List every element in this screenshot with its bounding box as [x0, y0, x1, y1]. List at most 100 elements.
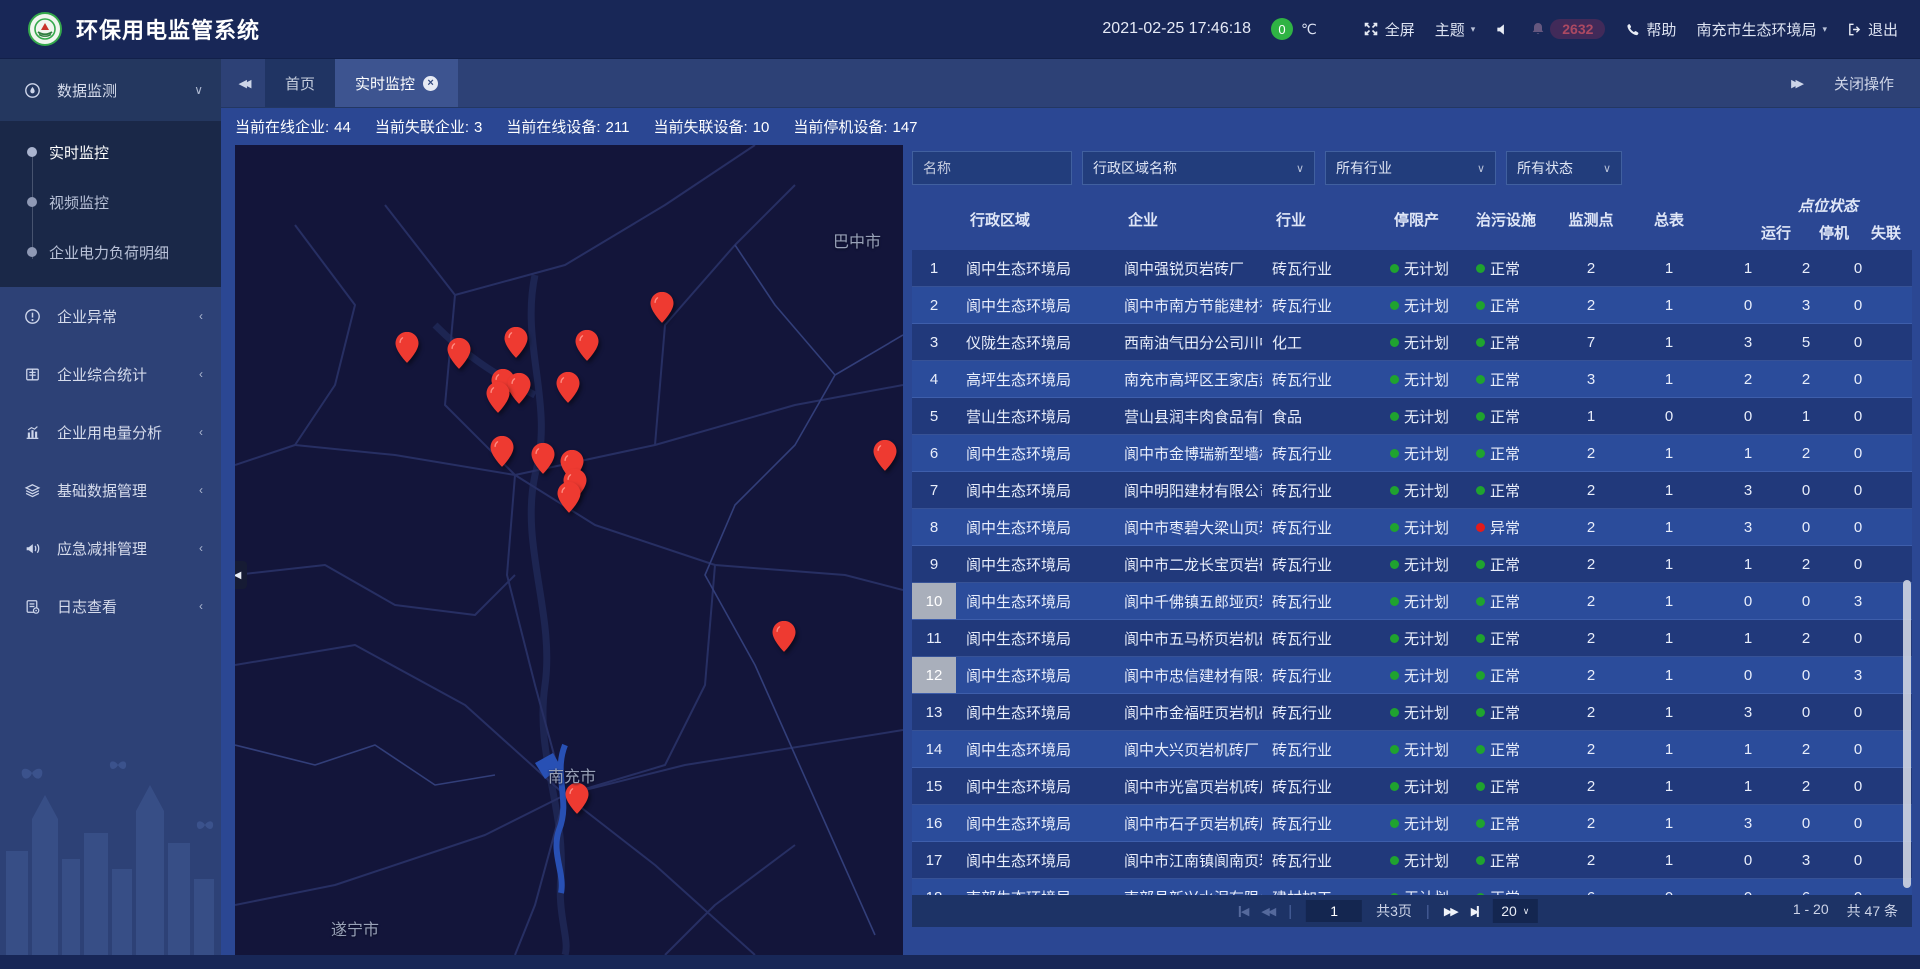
- logout-button[interactable]: 退出: [1847, 19, 1898, 40]
- map-pin[interactable]: [566, 783, 589, 814]
- industry-filter-select[interactable]: 所有行业 ∨: [1325, 151, 1496, 185]
- table-row[interactable]: 1阆中生态环境局阆中强锐页岩砖厂砖瓦行业无计划正常21120: [912, 250, 1912, 287]
- meters-cell: 1: [1622, 324, 1716, 360]
- region-cell: 阆中生态环境局: [956, 472, 1114, 508]
- status-dot-icon: [1476, 819, 1485, 828]
- table-scrollbar[interactable]: [1903, 580, 1911, 888]
- map-roads: [235, 145, 903, 955]
- industry-cell: 砖瓦行业: [1262, 768, 1380, 804]
- column-header-facility: 治污设施: [1476, 188, 1560, 250]
- running-cell: 0: [1716, 583, 1780, 619]
- table-row[interactable]: 9阆中生态环境局阆中市二龙长宝页岩砖砖瓦行业无计划正常21120: [912, 546, 1912, 583]
- table-row[interactable]: 10阆中生态环境局阆中千佛镇五郎垭页岩砖瓦行业无计划正常21003: [912, 583, 1912, 620]
- table-row[interactable]: 18南部生态环境局南部县新兴水泥有限公建材加工无计划正常60060: [912, 879, 1912, 895]
- table-row[interactable]: 17阆中生态环境局阆中市江南镇阆南页岩砖瓦行业无计划正常21030: [912, 842, 1912, 879]
- sidebar-item-video-monitor[interactable]: 视频监控: [0, 177, 221, 227]
- stopped-cell: 0: [1780, 583, 1832, 619]
- page-size-select[interactable]: 20 ∨: [1493, 899, 1537, 923]
- column-header-stop-limit: 停限产: [1380, 188, 1476, 250]
- table-row[interactable]: 7阆中生态环境局阆中明阳建材有限公司砖瓦行业无计划正常21300: [912, 472, 1912, 509]
- map-pin[interactable]: [532, 443, 555, 474]
- tabs-scroll-right-icon[interactable]: ▶▶: [1791, 77, 1800, 90]
- sidebar-item-enterprise-statistics[interactable]: 企业综合统计 ‹: [0, 345, 221, 403]
- status-dot-icon: [1390, 301, 1399, 310]
- org-dropdown[interactable]: 南充市生态环境局▾: [1696, 19, 1827, 40]
- tab-home[interactable]: 首页: [265, 59, 335, 107]
- sidebar-item-emergency-reduction[interactable]: 应急减排管理 ‹: [0, 519, 221, 577]
- table-row[interactable]: 2阆中生态环境局阆中市南方节能建材有砖瓦行业无计划正常21030: [912, 287, 1912, 324]
- facility-cell: 正常: [1476, 435, 1560, 471]
- sound-button[interactable]: [1495, 22, 1510, 37]
- table-row[interactable]: 13阆中生态环境局阆中市金福旺页岩机砖砖瓦行业无计划正常21300: [912, 694, 1912, 731]
- stop-limit-cell: 无计划: [1380, 620, 1476, 656]
- table-row[interactable]: 3仪陇生态环境局西南油气田分公司川中化工无计划正常71350: [912, 324, 1912, 361]
- notifications[interactable]: 2632: [1530, 19, 1605, 39]
- sidebar-item-realtime-monitor[interactable]: 实时监控: [0, 127, 221, 177]
- status-dot-icon: [1390, 375, 1399, 384]
- sidebar-item-data-monitoring[interactable]: 数据监测 ∨: [0, 59, 221, 121]
- table-row[interactable]: 6阆中生态环境局阆中市金博瑞新型墙材砖瓦行业无计划正常21120: [912, 435, 1912, 472]
- map-pin[interactable]: [651, 292, 674, 323]
- tabs-scroll-left-icon[interactable]: ◀◀: [221, 59, 265, 107]
- help-button[interactable]: 帮助: [1625, 19, 1676, 40]
- map-pin[interactable]: [448, 338, 471, 369]
- tab-realtime-monitor[interactable]: 实时监控 ×: [335, 59, 458, 107]
- table-row[interactable]: 16阆中生态环境局阆中市石子页岩机砖厂砖瓦行业无计划正常21300: [912, 805, 1912, 842]
- running-cell: 1: [1716, 250, 1780, 286]
- page-number-input[interactable]: [1306, 900, 1362, 922]
- row-index: 7: [912, 472, 956, 508]
- sidebar-item-log-view[interactable]: 日志查看 ‹: [0, 577, 221, 635]
- chevron-down-icon: ∨: [1477, 162, 1485, 175]
- map-pin[interactable]: [558, 482, 581, 513]
- sidebar-item-enterprise-abnormal[interactable]: 企业异常 ‹: [0, 287, 221, 345]
- sidebar-item-power-analysis[interactable]: 企业用电量分析 ‹: [0, 403, 221, 461]
- company-cell: 阆中市南方节能建材有: [1114, 287, 1262, 323]
- sidebar-item-base-data[interactable]: 基础数据管理 ‹: [0, 461, 221, 519]
- meters-cell: 1: [1622, 583, 1716, 619]
- fullscreen-button[interactable]: 全屏: [1363, 19, 1415, 40]
- region-cell: 阆中生态环境局: [956, 583, 1114, 619]
- status-dot-icon: [1476, 560, 1485, 569]
- last-page-icon[interactable]: ▶: [1471, 905, 1479, 918]
- industry-cell: 化工: [1262, 324, 1380, 360]
- map-pin[interactable]: [874, 440, 897, 471]
- industry-cell: 食品: [1262, 398, 1380, 434]
- company-cell: 阆中市五马桥页岩机砖: [1114, 620, 1262, 656]
- map-pin[interactable]: [396, 332, 419, 363]
- table-row[interactable]: 5营山生态环境局营山县润丰肉食品有限食品无计划正常10010: [912, 398, 1912, 435]
- table-row[interactable]: 15阆中生态环境局阆中市光富页岩机砖厂砖瓦行业无计划正常21120: [912, 768, 1912, 805]
- first-page-icon[interactable]: ◀: [1239, 905, 1247, 918]
- region-filter-select[interactable]: 行政区域名称 ∨: [1082, 151, 1315, 185]
- stopped-cell: 0: [1780, 657, 1832, 693]
- table-row[interactable]: 11阆中生态环境局阆中市五马桥页岩机砖砖瓦行业无计划正常21120: [912, 620, 1912, 657]
- map-pin[interactable]: [773, 621, 796, 652]
- running-cell: 3: [1716, 324, 1780, 360]
- industry-cell: 砖瓦行业: [1262, 509, 1380, 545]
- close-icon[interactable]: ×: [423, 76, 438, 91]
- table-row[interactable]: 14阆中生态环境局阆中大兴页岩机砖厂砖瓦行业无计划正常21120: [912, 731, 1912, 768]
- chevron-left-icon: ‹: [199, 599, 203, 613]
- map-pin[interactable]: [557, 372, 580, 403]
- industry-cell: 砖瓦行业: [1262, 361, 1380, 397]
- status-filter-select[interactable]: 所有状态 ∨: [1506, 151, 1622, 185]
- sidebar-item-power-load-detail[interactable]: 企业电力负荷明细: [0, 227, 221, 277]
- previous-page-icon[interactable]: ◀◀: [1261, 905, 1274, 918]
- next-page-icon[interactable]: ▶▶: [1444, 905, 1457, 918]
- table-row[interactable]: 8阆中生态环境局阆中市枣碧大梁山页岩砖瓦行业无计划异常21300: [912, 509, 1912, 546]
- name-filter-input[interactable]: [912, 151, 1072, 185]
- map-pin[interactable]: [491, 436, 514, 467]
- theme-dropdown[interactable]: 主题▾: [1435, 19, 1476, 40]
- close-operations-button[interactable]: 关闭操作: [1834, 73, 1894, 94]
- table-row[interactable]: 4高坪生态环境局南充市高坪区王家店建砖瓦行业无计划正常31220: [912, 361, 1912, 398]
- panel-collapse-button[interactable]: ◀: [235, 561, 247, 589]
- meters-cell: 1: [1622, 250, 1716, 286]
- map-canvas[interactable]: ◀ 巴中市南充市遂宁市: [235, 145, 903, 955]
- table-row[interactable]: 12阆中生态环境局阆中市忠信建材有限公砖瓦行业无计划正常21003: [912, 657, 1912, 694]
- map-pin[interactable]: [508, 373, 531, 404]
- map-pin[interactable]: [576, 330, 599, 361]
- facility-cell: 正常: [1476, 324, 1560, 360]
- map-pin[interactable]: [505, 327, 528, 358]
- region-cell: 阆中生态环境局: [956, 620, 1114, 656]
- running-cell: 1: [1716, 435, 1780, 471]
- map-pin[interactable]: [487, 382, 510, 413]
